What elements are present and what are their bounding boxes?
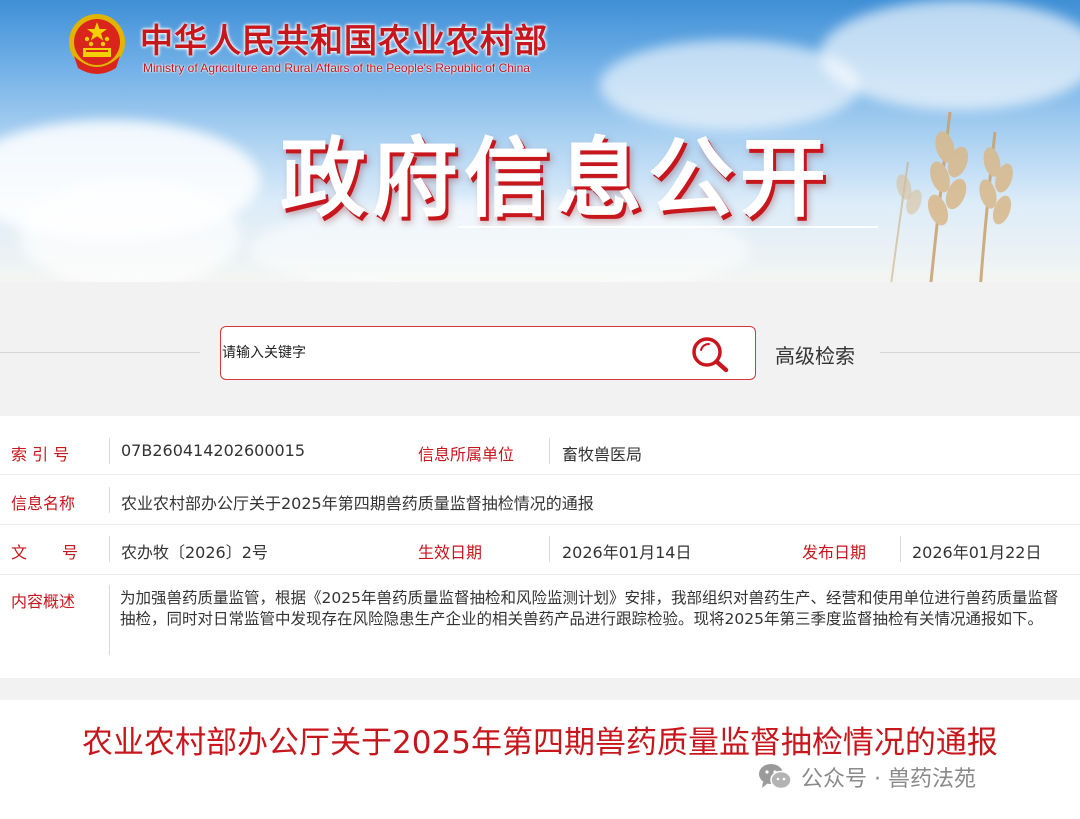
ministry-name-cn: 中华人民共和国农业农村部 — [140, 21, 548, 60]
column-separator — [549, 536, 550, 562]
summary-label: 内容概述 — [11, 592, 76, 611]
search-input[interactable] — [221, 327, 681, 379]
row-divider — [0, 574, 1080, 575]
info-name-label: 信息名称 — [11, 494, 76, 513]
column-separator — [109, 536, 110, 562]
divider-right — [880, 352, 1080, 353]
doc-number-label-1: 文 — [11, 543, 28, 562]
effective-date-value: 2026年01月14日 — [562, 543, 692, 562]
wechat-watermark: 公众号 · 兽药法苑 — [757, 758, 976, 796]
row-divider — [0, 474, 1080, 475]
cloud — [20, 180, 240, 282]
unit-label: 信息所属单位 — [418, 445, 515, 464]
column-separator — [549, 438, 550, 464]
banner-divider — [458, 226, 878, 228]
national-emblem-icon — [69, 14, 125, 74]
header-banner: 中华人民共和国农业农村部 Ministry of Agriculture and… — [0, 0, 1080, 282]
index-number-label: 索 引 号 — [11, 445, 70, 464]
search-button[interactable] — [687, 332, 733, 376]
column-separator — [109, 438, 110, 464]
column-separator — [900, 536, 901, 562]
watermark-text: 公众号 · 兽药法苑 — [801, 767, 976, 792]
publish-date-label: 发布日期 — [802, 543, 867, 562]
section-gap — [0, 678, 1080, 700]
effective-date-label: 生效日期 — [418, 543, 483, 562]
summary-text: 为加强兽药质量监管，根据《2025年兽药质量监督抽检和风险监测计划》安排，我部组… — [120, 589, 1059, 628]
search-box — [220, 326, 756, 380]
divider-left — [0, 352, 200, 353]
index-number-value: 07B260414202600015 — [121, 441, 306, 460]
row-divider — [0, 524, 1080, 525]
column-separator — [109, 487, 110, 513]
advanced-search-link[interactable]: 高级检索 — [775, 340, 855, 369]
search-icon — [692, 337, 729, 373]
ministry-name-en: Ministry of Agriculture and Rural Affair… — [143, 61, 530, 75]
info-name-value: 农业农村部办公厅关于2025年第四期兽药质量监督抽检情况的通报 — [121, 494, 594, 513]
wechat-icon — [759, 764, 792, 790]
doc-number-label-2: 号 — [62, 543, 79, 562]
doc-number-value: 农办牧〔2026〕2号 — [121, 543, 268, 562]
column-separator — [109, 585, 110, 655]
banner-title: 政府信息公开 — [280, 128, 832, 229]
unit-value: 畜牧兽医局 — [562, 445, 643, 464]
publish-date-value: 2026年01月22日 — [912, 543, 1042, 562]
